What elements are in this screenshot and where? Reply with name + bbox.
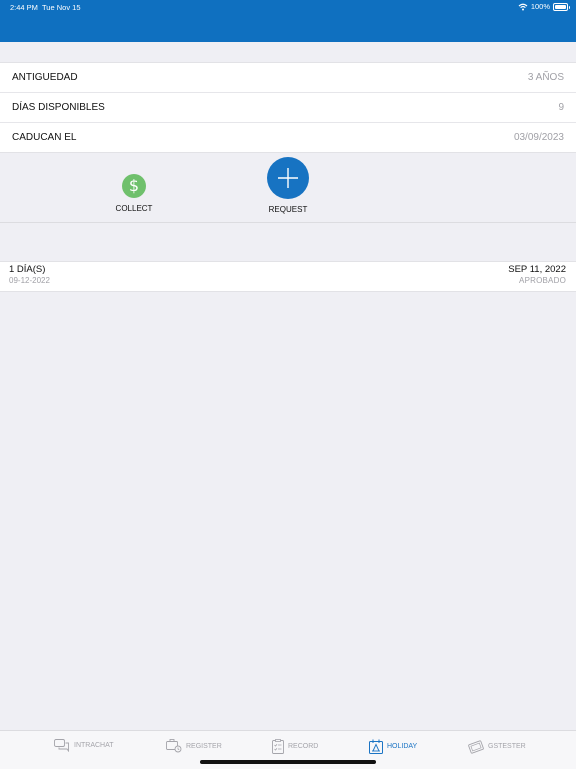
home-indicator	[200, 760, 376, 764]
top-bar: 2:44 PM Tue Nov 15 100%	[0, 0, 576, 42]
status-date: Tue Nov 15	[42, 3, 81, 12]
chat-icon	[54, 739, 69, 752]
ticket-icon	[468, 740, 484, 754]
tab-label: RECORD	[288, 743, 319, 750]
request-button[interactable]: REQUEST	[258, 157, 318, 214]
action-area: $ COLLECT REQUEST	[0, 150, 576, 223]
info-label: DÍAS DISPONIBLES	[12, 102, 105, 113]
info-row-expiration: CADUCAN EL 03/09/2023	[0, 123, 576, 152]
vacation-summary: ANTIGUEDAD 3 AÑOS DÍAS DISPONIBLES 9 CAD…	[0, 62, 576, 153]
status-badge: APROBADO	[519, 276, 566, 285]
collect-label: COLLECT	[115, 204, 153, 213]
request-label: REQUEST	[268, 205, 308, 214]
battery-icon	[553, 2, 570, 11]
tab-label: GSTESTER	[488, 743, 526, 750]
info-row-seniority: ANTIGUEDAD 3 AÑOS	[0, 63, 576, 93]
info-row-available-days: DÍAS DISPONIBLES 9	[0, 93, 576, 123]
clipboard-icon	[272, 739, 284, 754]
holiday-icon	[369, 739, 383, 754]
wifi-icon	[518, 3, 528, 10]
list-item[interactable]: 1 DÍA(S) 09-12-2022 SEP 11, 2022 APROBAD…	[0, 261, 576, 292]
info-value: 9	[558, 102, 564, 113]
info-label: ANTIGUEDAD	[12, 72, 78, 83]
status-time: 2:44 PM	[10, 3, 38, 12]
tab-record[interactable]: RECORD	[272, 739, 318, 754]
tab-register[interactable]: REGISTER	[166, 739, 222, 753]
info-value: 3 AÑOS	[527, 72, 564, 83]
info-value: 03/09/2023	[513, 132, 564, 143]
request-date: 09-12-2022	[9, 276, 50, 285]
tab-label: HOLIDAY	[387, 743, 418, 750]
plus-icon	[267, 157, 309, 199]
tab-label: REGISTER	[186, 742, 222, 750]
info-label: CADUCAN EL	[12, 132, 77, 143]
collect-button[interactable]: $ COLLECT	[104, 174, 164, 213]
register-icon	[166, 739, 182, 753]
dollar-icon: $	[122, 174, 146, 198]
days-count: 1 DÍA(S)	[9, 264, 46, 275]
battery-percent: 100%	[530, 2, 550, 11]
tab-holiday[interactable]: HOLIDAY	[369, 739, 417, 754]
holiday-date: SEP 11, 2022	[508, 264, 566, 275]
tab-intrachat[interactable]: INTRACHAT	[54, 739, 114, 752]
tab-label: INTRACHAT	[74, 742, 114, 749]
status-indicators: 100%	[518, 2, 570, 11]
tab-gstester[interactable]: GSTESTER	[468, 739, 526, 754]
